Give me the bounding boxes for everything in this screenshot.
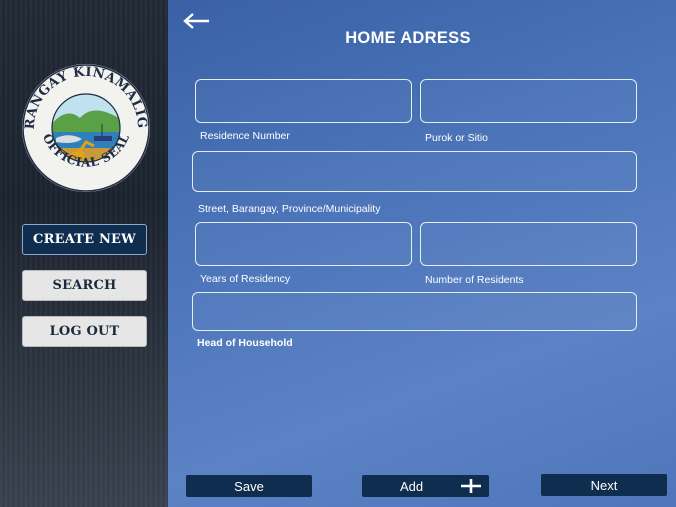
residence-number-field[interactable]	[195, 79, 412, 123]
plus-icon	[461, 479, 481, 493]
years-of-residency-label: Years of Residency	[200, 273, 291, 285]
street-label: Street, Barangay, Province/Municipality	[198, 203, 381, 215]
main-panel: HOME ADRESS Residence Number Purok or Si…	[168, 0, 676, 507]
residence-number-label: Residence Number	[200, 130, 290, 142]
head-of-household-field[interactable]	[192, 292, 637, 331]
create-new-button[interactable]: CREATE NEW	[22, 224, 147, 255]
save-button-label: Save	[234, 478, 264, 494]
add-button[interactable]: Add	[362, 475, 489, 497]
head-of-household-label: Head of Household	[197, 337, 293, 349]
next-button[interactable]: Next	[541, 474, 667, 496]
page-title: HOME ADRESS	[345, 29, 471, 47]
sidebar: BARANGAY KINAMALIGAN OFFICIAL SEAL CREAT…	[0, 0, 168, 507]
purok-label: Purok or Sitio	[425, 132, 489, 144]
street-field[interactable]	[192, 151, 637, 192]
number-of-residents-label: Number of Residents	[425, 274, 524, 286]
search-button[interactable]: SEARCH	[22, 270, 147, 301]
number-of-residents-field[interactable]	[420, 222, 637, 266]
log-out-button[interactable]: LOG OUT	[22, 316, 147, 347]
save-button[interactable]: Save	[186, 475, 312, 497]
purok-field[interactable]	[420, 79, 637, 123]
add-button-label: Add	[400, 478, 424, 494]
years-of-residency-field[interactable]	[195, 222, 412, 266]
barangay-seal-logo: BARANGAY KINAMALIGAN OFFICIAL SEAL	[20, 62, 150, 192]
next-button-label: Next	[590, 477, 618, 493]
arrow-left-icon[interactable]	[182, 11, 212, 31]
